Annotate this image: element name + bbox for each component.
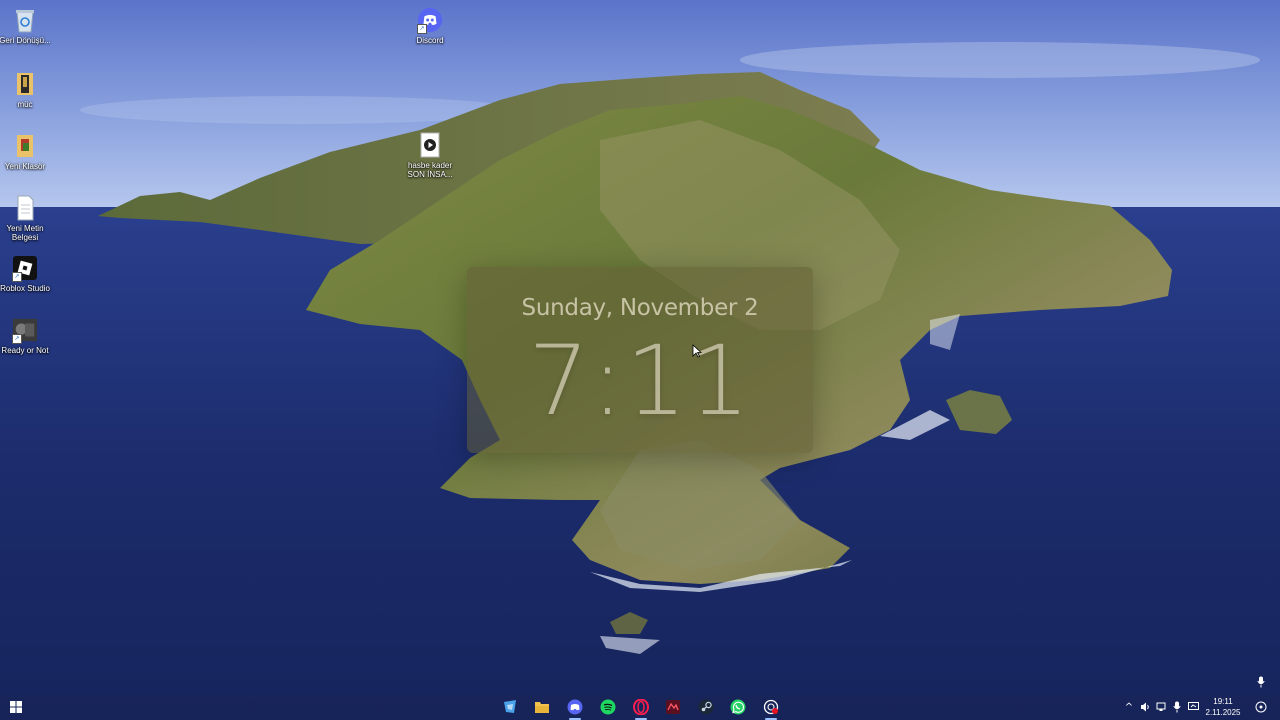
tray-time: 19:11 [1213,697,1233,706]
discord-icon [567,699,583,715]
taskbar-app-opera-gx[interactable] [630,697,652,720]
desktop-icon-label: Discord [416,36,444,45]
recorder-icon [763,699,779,715]
windows-start-icon [10,701,22,713]
tray-network-icon[interactable] [1154,699,1168,715]
whatsapp-icon [730,699,746,715]
recycle-bin-icon [12,6,38,34]
desktop-icon-ready-or-not[interactable]: ↗ Ready or Not [0,316,53,355]
video-file-icon [417,131,443,159]
taskbar-app-spotify[interactable] [597,697,619,717]
file-explorer-alt-icon [504,700,516,713]
shortcut-arrow-icon: ↗ [12,334,22,344]
desktop-icon-label: hasbe kader SON İNSA... [407,161,453,179]
start-button[interactable] [5,697,27,717]
clock-time: 7:11 [528,325,752,437]
clock-date: Sunday, November 2 [521,295,759,321]
taskbar-app-recorder[interactable] [760,697,782,720]
media-icon [666,700,680,714]
taskbar-app-file-explorer[interactable] [531,697,553,717]
text-document-icon [12,194,38,222]
tray-microphone-icon[interactable] [1170,699,1184,715]
desktop-icon-label: Ready or Not [1,346,49,355]
tray-volume-icon[interactable] [1138,699,1152,715]
steam-icon [698,699,714,715]
taskbar-app-explorer-alt[interactable] [499,697,521,717]
spotify-icon [600,699,616,715]
folder-icon [12,132,38,160]
desktop-icon-video-file[interactable]: hasbe kader SON İNSA... [402,131,458,179]
taskbar: ^ 19:11 2.11.2025 [0,694,1280,720]
taskbar-app-media[interactable] [662,697,684,717]
desktop-icon-label: Geri Dönüşü... [0,36,51,45]
folder-icon [12,70,38,98]
desktop-icon-roblox-studio[interactable]: ↗ Roblox Studio [0,254,53,293]
mouse-cursor-icon [692,344,702,358]
desktop-icon-label: Roblox Studio [0,284,50,293]
voice-input-icon[interactable] [1254,674,1268,690]
desktop-icon-label: Yeni Klasör [4,162,46,171]
taskbar-app-whatsapp[interactable] [727,697,749,717]
tray-overflow-chevron-icon[interactable]: ^ [1122,699,1136,715]
tray-display-icon[interactable] [1186,699,1200,715]
notification-center-icon[interactable] [1254,699,1268,715]
ready-or-not-icon: ↗ [12,316,38,344]
desktop-icon-label: müc [17,100,33,109]
taskbar-app-discord[interactable] [564,697,586,720]
desktop-icon-new-folder[interactable]: Yeni Klasör [0,132,53,171]
opera-gx-icon [633,699,649,715]
desktop-icon-label: Yeni Metin Belgesi [6,224,44,242]
shortcut-arrow-icon: ↗ [12,272,22,282]
discord-icon: ↗ [417,6,443,34]
taskbar-app-steam[interactable] [695,697,717,717]
tray-clock[interactable]: 19:11 2.11.2025 [1200,696,1246,718]
desktop-icon-new-text-document[interactable]: Yeni Metin Belgesi [0,194,53,242]
clock-widget[interactable]: Sunday, November 2 7:11 [467,267,813,453]
desktop-icon-music-folder[interactable]: müc [0,70,53,109]
desktop-icon-discord[interactable]: ↗ Discord [402,6,458,45]
tray-date: 2.11.2025 [1205,708,1241,717]
desktop-icon-recycle-bin[interactable]: Geri Dönüşü... [0,6,53,45]
file-explorer-icon [535,702,549,713]
roblox-studio-icon: ↗ [12,254,38,282]
shortcut-arrow-icon: ↗ [417,24,427,34]
